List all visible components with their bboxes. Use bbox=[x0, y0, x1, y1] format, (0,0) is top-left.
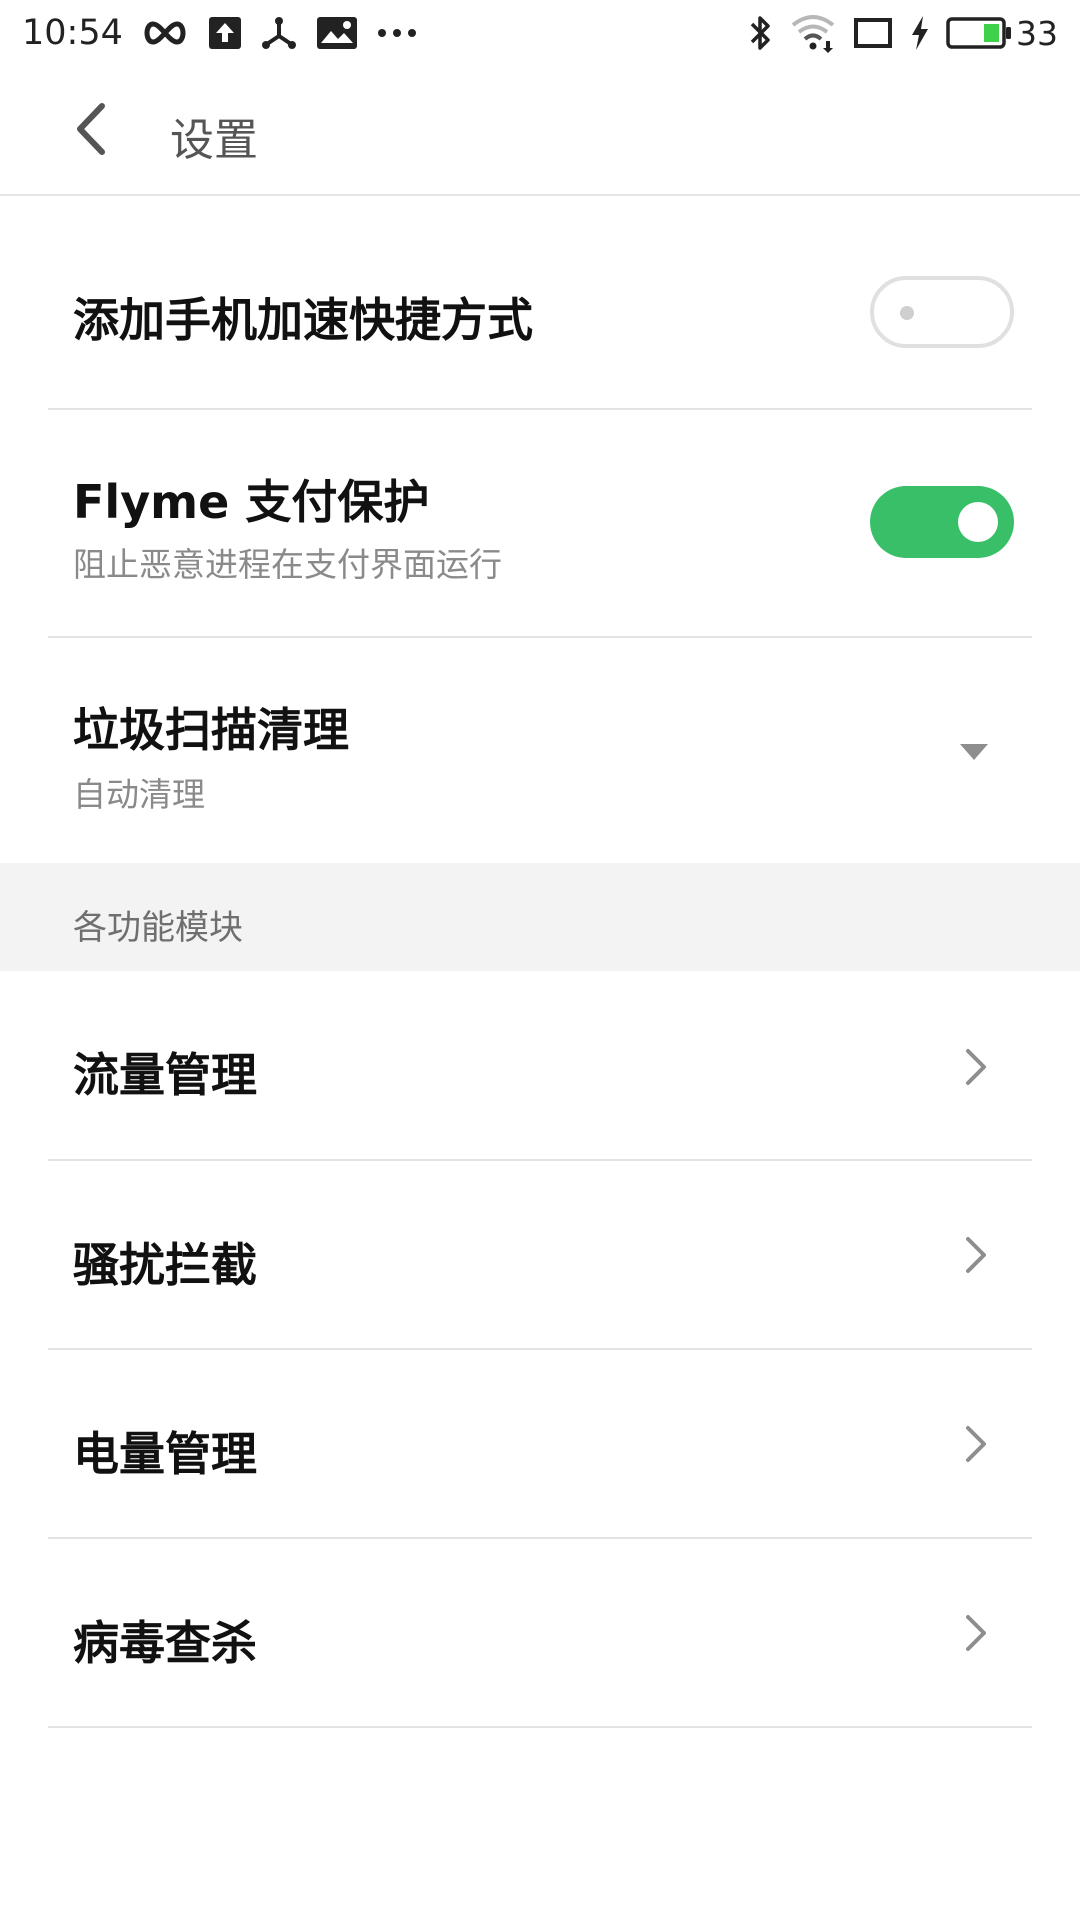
infinity-icon bbox=[141, 18, 189, 48]
chevron-right-icon bbox=[966, 1237, 986, 1273]
back-button[interactable] bbox=[60, 98, 120, 164]
section-header: 各功能模块 bbox=[0, 863, 1080, 971]
junk-clean-row[interactable]: 垃圾扫描清理 自动清理 bbox=[0, 638, 1080, 863]
bluetooth-icon bbox=[748, 14, 774, 52]
battery-icon bbox=[946, 17, 1012, 49]
section-title: 各功能模块 bbox=[73, 908, 243, 948]
junk-clean-subtitle: 自动清理 bbox=[73, 775, 205, 814]
module-row-virus[interactable]: 病毒查杀 bbox=[0, 1539, 1080, 1728]
module-row-harassment[interactable]: 骚扰拦截 bbox=[0, 1161, 1080, 1350]
module-label: 流量管理 bbox=[73, 1048, 257, 1102]
divider bbox=[48, 1726, 1032, 1728]
junk-clean-title: 垃圾扫描清理 bbox=[73, 703, 349, 757]
chevron-right-icon bbox=[966, 1426, 986, 1462]
shortcut-title: 添加手机加速快捷方式 bbox=[73, 293, 533, 347]
chevron-right-icon bbox=[966, 1615, 986, 1651]
module-label: 骚扰拦截 bbox=[73, 1238, 257, 1292]
module-row-traffic[interactable]: 流量管理 bbox=[0, 971, 1080, 1161]
app-header: 设置 bbox=[0, 66, 1080, 196]
status-bar-right: 33 bbox=[748, 13, 1058, 53]
status-bar: 10:54 33 bbox=[0, 0, 1080, 66]
shortcut-toggle[interactable] bbox=[870, 276, 1014, 348]
image-icon bbox=[316, 17, 357, 49]
battery-percent: 33 bbox=[1016, 13, 1058, 53]
more-icon bbox=[377, 28, 417, 38]
chevron-right-icon bbox=[966, 1049, 986, 1085]
page-title: 设置 bbox=[170, 115, 258, 166]
toggle-knob bbox=[958, 502, 998, 542]
dropdown-triangle-icon[interactable] bbox=[960, 744, 988, 760]
module-label: 电量管理 bbox=[73, 1427, 257, 1481]
payment-protect-row[interactable]: Flyme 支付保护 阻止恶意进程在支付界面运行 bbox=[0, 410, 1080, 638]
screen-icon bbox=[852, 17, 894, 49]
charging-icon bbox=[910, 16, 930, 50]
payment-protect-title: Flyme 支付保护 bbox=[73, 475, 430, 529]
module-row-battery[interactable]: 电量管理 bbox=[0, 1350, 1080, 1539]
status-bar-left: 10:54 bbox=[22, 13, 437, 53]
status-time: 10:54 bbox=[22, 13, 123, 53]
chevron-left-icon bbox=[72, 102, 108, 160]
wifi-icon bbox=[790, 13, 836, 53]
upload-icon bbox=[208, 17, 241, 49]
toggle-dot bbox=[900, 306, 914, 320]
payment-protect-toggle[interactable] bbox=[870, 486, 1014, 558]
share-icon bbox=[261, 16, 297, 50]
payment-protect-subtitle: 阻止恶意进程在支付界面运行 bbox=[73, 545, 502, 584]
module-label: 病毒查杀 bbox=[73, 1616, 257, 1670]
shortcut-row[interactable]: 添加手机加速快捷方式 bbox=[0, 198, 1080, 410]
